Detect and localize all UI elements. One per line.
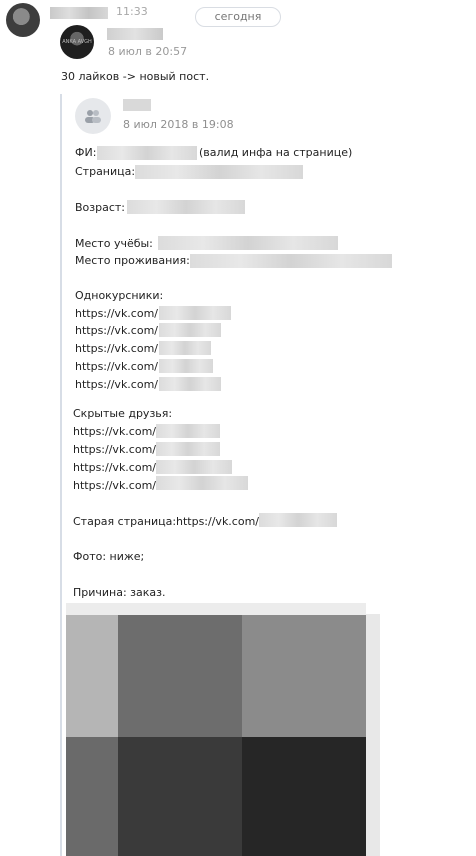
group-icon bbox=[85, 110, 101, 123]
classmate-link-redacted[interactable] bbox=[159, 377, 221, 391]
hidden-friend-link-redacted[interactable] bbox=[156, 424, 220, 438]
photo-tile bbox=[66, 615, 118, 737]
hidden-friend-link[interactable]: https://vk.com/ bbox=[73, 443, 156, 456]
classmate-link[interactable]: https://vk.com/ bbox=[75, 324, 158, 337]
photo-tile bbox=[118, 615, 242, 737]
hidden-friends-label: Скрытые друзья: bbox=[73, 407, 173, 420]
age-redacted bbox=[127, 200, 245, 214]
classmate-link-redacted[interactable] bbox=[159, 323, 221, 337]
photo-edge bbox=[366, 614, 380, 856]
page-link-redacted[interactable] bbox=[135, 165, 303, 179]
residence-redacted bbox=[190, 254, 392, 268]
photo-tile bbox=[242, 615, 366, 737]
classmate-link[interactable]: https://vk.com/ bbox=[75, 378, 158, 391]
reason-note: Причина: заказ. bbox=[73, 586, 166, 599]
age-label: Возраст: bbox=[75, 201, 126, 214]
sender-avatar[interactable] bbox=[6, 3, 40, 37]
photo-note: Фото: ниже; bbox=[73, 550, 145, 563]
classmates-label: Однокурсники: bbox=[75, 289, 164, 302]
fi-redacted bbox=[97, 146, 197, 160]
classmate-link[interactable]: https://vk.com/ bbox=[75, 307, 158, 320]
repost-author-name-redacted[interactable] bbox=[107, 28, 163, 40]
fi-note: (валид инфа на странице) bbox=[199, 146, 353, 159]
classmate-link[interactable]: https://vk.com/ bbox=[75, 360, 158, 373]
quoted-author-avatar[interactable] bbox=[75, 98, 111, 134]
classmate-link[interactable]: https://vk.com/ bbox=[75, 342, 158, 355]
study-label: Место учёбы: bbox=[75, 237, 153, 250]
hidden-friend-link[interactable]: https://vk.com/ bbox=[73, 425, 156, 438]
photo-tile bbox=[242, 737, 366, 856]
old-page-link[interactable]: https://vk.com/ bbox=[176, 515, 259, 528]
hidden-friend-link[interactable]: https://vk.com/ bbox=[73, 461, 156, 474]
study-redacted bbox=[158, 236, 338, 250]
photo-tile bbox=[66, 737, 118, 856]
message-time: 11:33 bbox=[116, 5, 148, 18]
quoted-post-date[interactable]: 8 июл 2018 в 19:08 bbox=[123, 118, 234, 131]
old-page-link-redacted[interactable] bbox=[259, 513, 337, 527]
repost-date[interactable]: 8 июл в 20:57 bbox=[108, 45, 187, 58]
classmate-link-redacted[interactable] bbox=[159, 341, 211, 355]
quote-border bbox=[60, 94, 62, 856]
classmate-link-redacted[interactable] bbox=[159, 306, 231, 320]
hidden-friend-link-redacted[interactable] bbox=[156, 460, 232, 474]
photo-tile bbox=[118, 737, 242, 856]
old-page-label: Старая страница: bbox=[73, 515, 177, 528]
fi-label: ФИ: bbox=[75, 146, 97, 159]
hidden-friend-link[interactable]: https://vk.com/ bbox=[73, 479, 156, 492]
page-label: Страница: bbox=[75, 165, 136, 178]
conversation-panel: 11:33 сегодня ANKA AVGH 8 июл в 20:57 30… bbox=[0, 0, 476, 856]
repost-author-avatar[interactable]: ANKA AVGH bbox=[60, 25, 94, 59]
quoted-author-name-redacted[interactable] bbox=[123, 99, 151, 111]
residence-label: Место проживания: bbox=[75, 254, 190, 267]
photo-tile bbox=[66, 603, 366, 615]
attached-photo-pixelated[interactable] bbox=[66, 603, 366, 856]
hidden-friend-link-redacted[interactable] bbox=[156, 476, 248, 490]
date-separator-pill: сегодня bbox=[195, 7, 281, 27]
sender-name-redacted[interactable] bbox=[50, 7, 108, 19]
hidden-friend-link-redacted[interactable] bbox=[156, 442, 220, 456]
repost-text: 30 лайков -> новый пост. bbox=[61, 70, 210, 83]
classmate-link-redacted[interactable] bbox=[159, 359, 213, 373]
